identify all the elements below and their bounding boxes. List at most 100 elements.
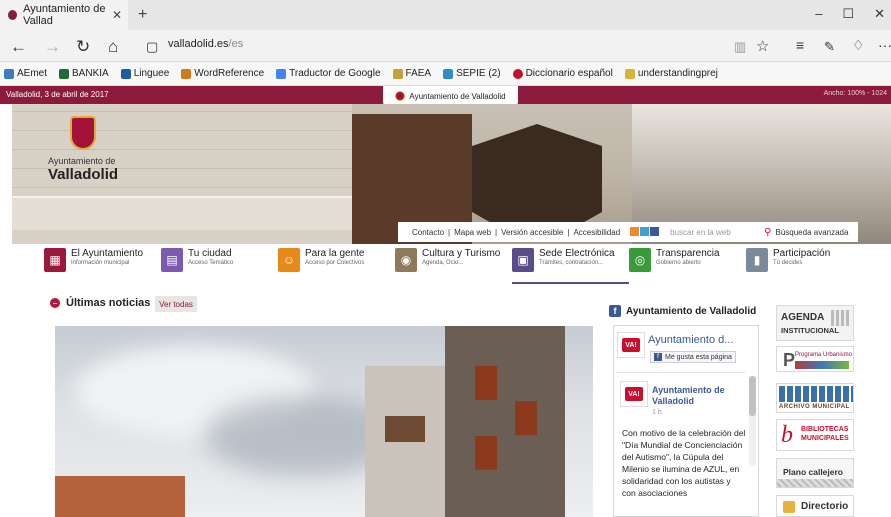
search-icon[interactable]: ⚲ xyxy=(764,227,771,238)
transparency-icon: ◎ xyxy=(629,248,651,272)
nav-transparencia[interactable]: ◎ Transparencia Gobierno abierto xyxy=(629,248,746,284)
search-input[interactable]: buscar en la web xyxy=(670,228,760,237)
nav-sede-electronica[interactable]: ▣ Sede Electrónica Trámites, contratación… xyxy=(512,248,629,284)
accessibility-link[interactable]: Accesibilidad xyxy=(573,228,620,237)
url-field[interactable]: valladolid.es/es xyxy=(168,38,243,50)
nav-cultura-turismo[interactable]: ◉ Cultura y Turismo Agenda, Ocio... xyxy=(395,248,512,284)
coat-of-arms-icon xyxy=(395,91,406,101)
culture-icon: ◉ xyxy=(395,248,417,272)
site-logo[interactable]: Ayuntamiento de Valladolid xyxy=(48,116,143,196)
like-page-button[interactable]: f Me gusta esta página xyxy=(650,351,736,363)
bookmark-icon xyxy=(4,68,14,79)
see-all-news-button[interactable]: Ver todas xyxy=(155,296,197,312)
current-date: Valladolid, 3 de abril de 2017 xyxy=(6,90,109,99)
minimize-button[interactable]: – xyxy=(815,6,822,22)
calendar-icon xyxy=(831,310,849,326)
maximize-button[interactable]: ☐ xyxy=(842,6,854,22)
facebook-icon: f xyxy=(654,353,662,361)
page-icon: ▢ xyxy=(146,39,159,54)
facebook-widget: VA! Ayuntamiento d... f Me gusta esta pá… xyxy=(613,325,759,517)
bibliotecas-tile[interactable]: b BIBLIOTECAS MUNICIPALES xyxy=(776,419,854,451)
town-hall-icon: ▦ xyxy=(44,248,66,272)
bookmark-item[interactable]: Linguee xyxy=(120,68,169,79)
facebook-icon[interactable] xyxy=(650,226,660,236)
forward-arrow-icon[interactable]: → xyxy=(44,37,61,57)
news-title: Últimas noticias xyxy=(66,297,151,309)
sitemap-link[interactable]: Mapa web xyxy=(454,228,491,237)
facebook-header-title: Ayuntamiento de Valladolid xyxy=(626,305,757,317)
back-arrow-icon[interactable]: ← xyxy=(10,37,27,57)
nav-el-ayuntamiento[interactable]: ▦ El Ayuntamiento Información municipal xyxy=(44,248,161,284)
close-window-button[interactable]: ✕ xyxy=(874,6,885,22)
city-icon: ▤ xyxy=(161,248,183,272)
bookmark-item[interactable]: Diccionario español xyxy=(512,68,613,79)
bookmark-icon xyxy=(181,68,192,79)
post-author[interactable]: Ayuntamiento de Valladolid xyxy=(652,385,742,407)
facebook-icon: f xyxy=(609,305,621,317)
new-tab-button[interactable]: + xyxy=(138,6,147,24)
bookmark-icon xyxy=(276,68,287,79)
people-icon: ☺ xyxy=(278,248,300,272)
bookmark-item[interactable]: SEPIE (2) xyxy=(443,68,501,79)
widget-scrollbar[interactable] xyxy=(749,376,756,466)
library-logo-icon: b xyxy=(781,422,793,448)
url-path: /es xyxy=(228,38,244,50)
favorite-star-icon[interactable]: ☆ xyxy=(756,37,769,55)
browser-tab[interactable]: Ayuntamiento de Vallad ✕ xyxy=(0,0,128,30)
post-time[interactable]: 1 h xyxy=(652,409,662,416)
browser-tab-bar: Ayuntamiento de Vallad ✕ + – ☐ ✕ xyxy=(0,0,891,30)
logo-line-2: Valladolid xyxy=(48,166,119,183)
bookmark-item[interactable]: FAEA xyxy=(392,68,431,79)
utility-bar: Contacto | Mapa web | Versión accesible … xyxy=(398,222,858,242)
programa-urbanismo-tile[interactable]: P Programa Urbanismo xyxy=(776,346,854,372)
home-icon[interactable]: ⌂ xyxy=(108,37,118,57)
width-indicator: Ancho: 100% - 1024 xyxy=(823,90,887,97)
post-avatar[interactable]: VA! xyxy=(620,381,648,407)
refresh-icon[interactable]: ↻ xyxy=(76,37,90,57)
site-title-tab-label: Ayuntamiento de Valladolid xyxy=(409,91,506,101)
contact-link[interactable]: Contacto xyxy=(412,228,444,237)
news-heading: − Últimas noticias xyxy=(50,297,150,309)
web-note-icon[interactable]: ✎ xyxy=(824,39,835,55)
directorio-tile[interactable]: Directorio xyxy=(776,495,854,517)
accessible-version-link[interactable]: Versión accesible xyxy=(501,228,563,237)
facebook-post: VA! Ayuntamiento de Valladolid 1 h Con m… xyxy=(616,372,746,516)
e-office-icon: ▣ xyxy=(512,248,534,272)
nav-participacion[interactable]: ▮ Participación Tú decides xyxy=(746,248,863,284)
nav-para-la-gente[interactable]: ☺ Para la gente Acceso por Colectivos xyxy=(278,248,395,284)
bookmark-icon xyxy=(624,68,635,79)
rss-icon[interactable] xyxy=(630,226,640,236)
facebook-page-name[interactable]: Ayuntamiento d... xyxy=(648,334,733,346)
main-navigation: ▦ El Ayuntamiento Información municipal ▤… xyxy=(44,248,864,284)
address-bar: ← → ↻ ⌂ ▢ valladolid.es/es ▥ ☆ ≡ ✎ ♢ ··· xyxy=(0,30,891,62)
agenda-institucional-tile[interactable]: AGENDA INSTITUCIONAL xyxy=(776,305,854,341)
coat-of-arms-icon xyxy=(70,116,96,150)
share-icon[interactable]: ♢ xyxy=(852,37,865,54)
facebook-widget-header: f Ayuntamiento de Valladolid xyxy=(609,305,756,317)
site-title-tab[interactable]: Ayuntamiento de Valladolid xyxy=(383,86,518,106)
close-tab-icon[interactable]: ✕ xyxy=(112,8,122,22)
plano-callejero-tile[interactable]: Plano callejero xyxy=(776,458,854,488)
bookmark-icon xyxy=(443,68,454,79)
map-icon xyxy=(777,479,853,487)
more-icon[interactable]: ··· xyxy=(878,37,891,53)
bookmark-item[interactable]: AEmet xyxy=(4,68,47,79)
archivo-municipal-tile[interactable]: ARCHIVO MUNICIPAL xyxy=(776,383,854,413)
bookmark-item[interactable]: Traductor de Google xyxy=(276,68,381,79)
nav-tu-ciudad[interactable]: ▤ Tu ciudad Acceso Temático xyxy=(161,248,278,284)
directory-icon xyxy=(783,501,795,513)
archive-boxes-icon xyxy=(779,386,853,402)
bookmark-icon xyxy=(392,68,403,79)
twitter-icon[interactable] xyxy=(640,226,650,236)
bookmark-item[interactable]: WordReference xyxy=(181,68,264,79)
minus-circle-icon[interactable]: − xyxy=(50,298,60,308)
news-featured-image[interactable] xyxy=(55,326,593,517)
bookmark-icon xyxy=(120,68,131,79)
page-avatar[interactable]: VA! xyxy=(617,332,645,358)
reading-view-icon[interactable]: ▥ xyxy=(734,39,746,55)
post-text: Con motivo de la celebración del "Día Mu… xyxy=(622,428,746,498)
advanced-search-link[interactable]: Búsqueda avanzada xyxy=(775,228,848,237)
bookmark-item[interactable]: understandingprej xyxy=(624,68,718,79)
bookmark-item[interactable]: BANKIA xyxy=(59,68,109,79)
hub-icon[interactable]: ≡ xyxy=(796,37,804,53)
